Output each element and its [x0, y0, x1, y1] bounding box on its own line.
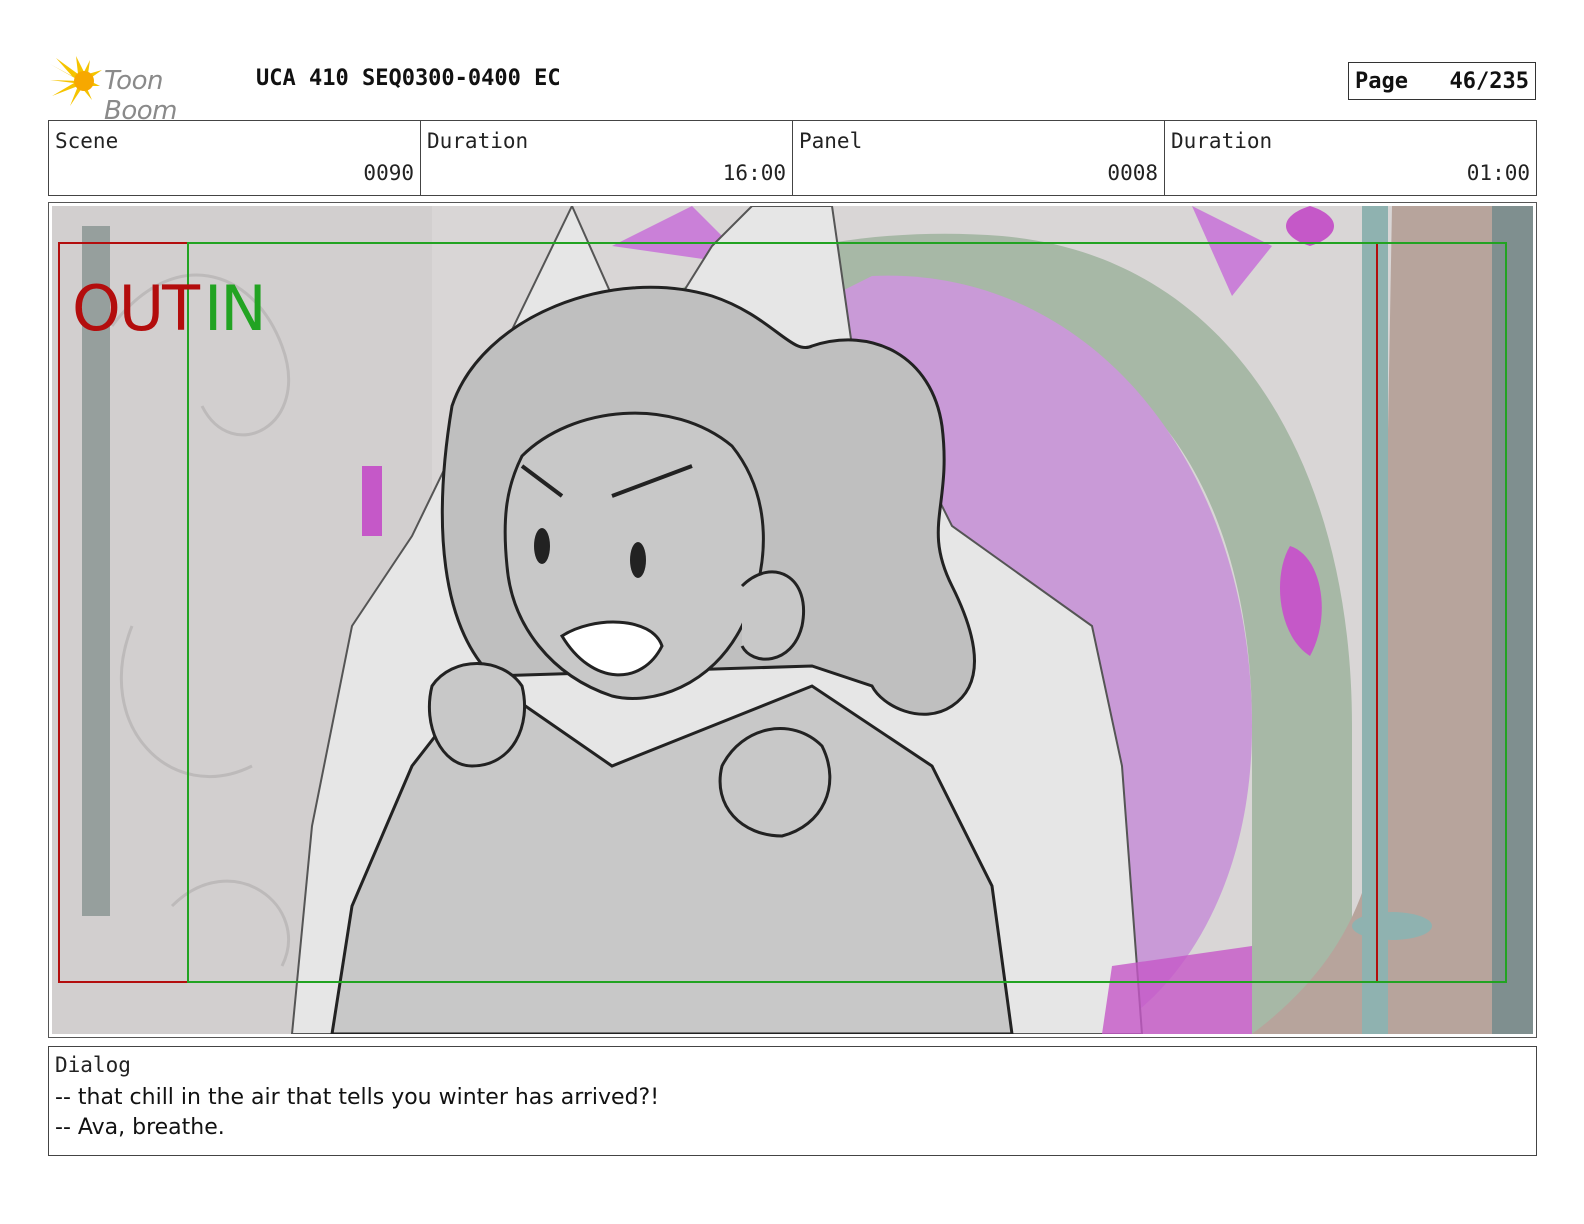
page-label: Page — [1355, 68, 1408, 94]
page-number: 46/235 — [1449, 68, 1529, 94]
panel-cell: Panel 0008 — [793, 121, 1165, 195]
page-indicator: Page 46/235 — [1348, 62, 1536, 100]
in-frame-label: IN — [204, 272, 267, 345]
panel-duration-cell: Duration 01:00 — [1165, 121, 1536, 195]
toon-boom-logo: Toon Boom — [50, 52, 240, 126]
logo-wordmark: Toon Boom — [104, 66, 177, 126]
dialog-box: Dialog -- that chill in the air that tel… — [48, 1046, 1537, 1156]
scene-duration-cell: Duration 16:00 — [421, 121, 793, 195]
dialog-line: -- that chill in the air that tells you … — [55, 1085, 660, 1110]
dialog-label: Dialog — [55, 1053, 131, 1077]
scene-label: Scene — [55, 129, 119, 153]
starburst-logo-icon — [50, 56, 102, 106]
panel-value: 0008 — [1107, 161, 1158, 185]
panel-drawing — [52, 206, 1533, 1034]
out-frame-label: OUT — [72, 272, 200, 345]
storyboard-panel-image: OUT IN — [52, 206, 1533, 1034]
panel-duration-value: 01:00 — [1466, 161, 1530, 185]
panel-info-table: Scene 0090 Duration 16:00 Panel 0008 Dur… — [48, 120, 1537, 196]
scene-cell: Scene 0090 — [49, 121, 421, 195]
scene-duration-label: Duration — [427, 129, 529, 153]
document-title: UCA 410 SEQ0300-0400 EC — [256, 66, 561, 91]
panel-duration-label: Duration — [1171, 129, 1273, 153]
scene-value: 0090 — [363, 161, 414, 185]
panel-label: Panel — [799, 129, 863, 153]
scene-duration-value: 16:00 — [722, 161, 786, 185]
dialog-lines: -- that chill in the air that tells you … — [55, 1083, 659, 1143]
dialog-line: -- Ava, breathe. — [55, 1115, 225, 1140]
